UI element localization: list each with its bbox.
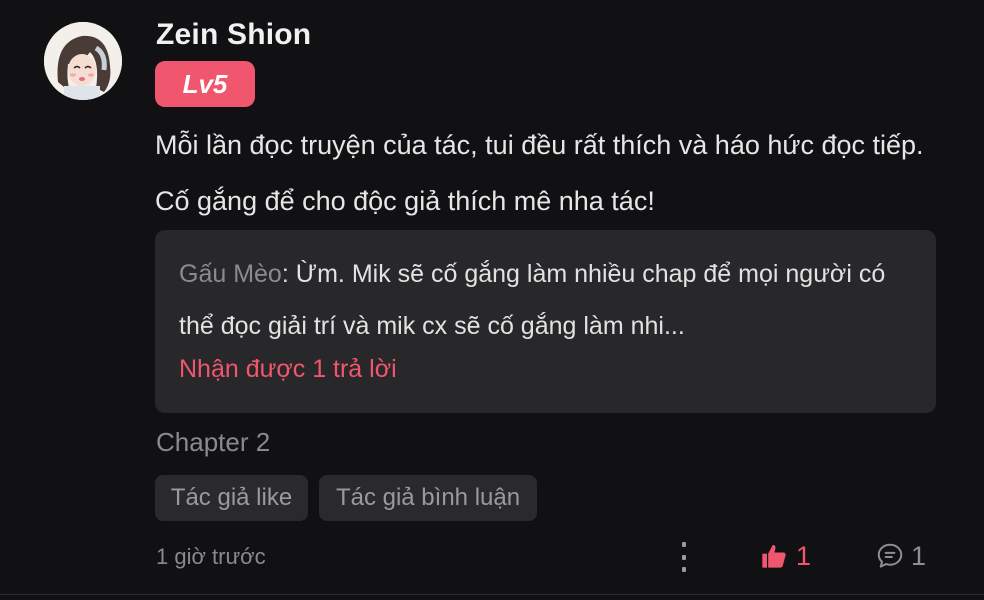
- tag-author-comment: Tác giả bình luận: [319, 475, 537, 521]
- comment-item: Zein Shion Lv5 Mỗi lần đọc truyện của tá…: [0, 0, 984, 600]
- divider: [0, 594, 984, 595]
- vertical-dots-icon[interactable]: [672, 542, 696, 572]
- thumbs-up-icon: [762, 544, 786, 568]
- timestamp: 1 giờ trước: [156, 544, 266, 569]
- tag-author-like: Tác giả like: [155, 475, 308, 521]
- view-replies-link[interactable]: Nhận được 1 trả lời: [179, 355, 397, 384]
- reply-count: 1: [911, 540, 927, 571]
- chapter-label[interactable]: Chapter 2: [156, 427, 270, 458]
- level-badge: Lv5: [155, 61, 255, 107]
- avatar[interactable]: [44, 22, 122, 100]
- avatar-image: [44, 22, 122, 100]
- reply-button[interactable]: 1: [875, 538, 926, 574]
- reply-preview-text: Gấu Mèo: Ừm. Mik sẽ cố gắng làm nhiều ch…: [179, 248, 909, 352]
- username[interactable]: Zein Shion: [156, 18, 311, 52]
- like-count: 1: [796, 540, 812, 571]
- like-button[interactable]: 1: [760, 538, 811, 574]
- reply-separator: :: [281, 260, 296, 288]
- chat-bubble-icon: [877, 543, 903, 568]
- comment-text: Mỗi lần đọc truyện của tác, tui đều rất …: [155, 130, 924, 216]
- reply-preview[interactable]: Gấu Mèo: Ừm. Mik sẽ cố gắng làm nhiều ch…: [155, 230, 936, 413]
- reply-author[interactable]: Gấu Mèo: [179, 260, 282, 288]
